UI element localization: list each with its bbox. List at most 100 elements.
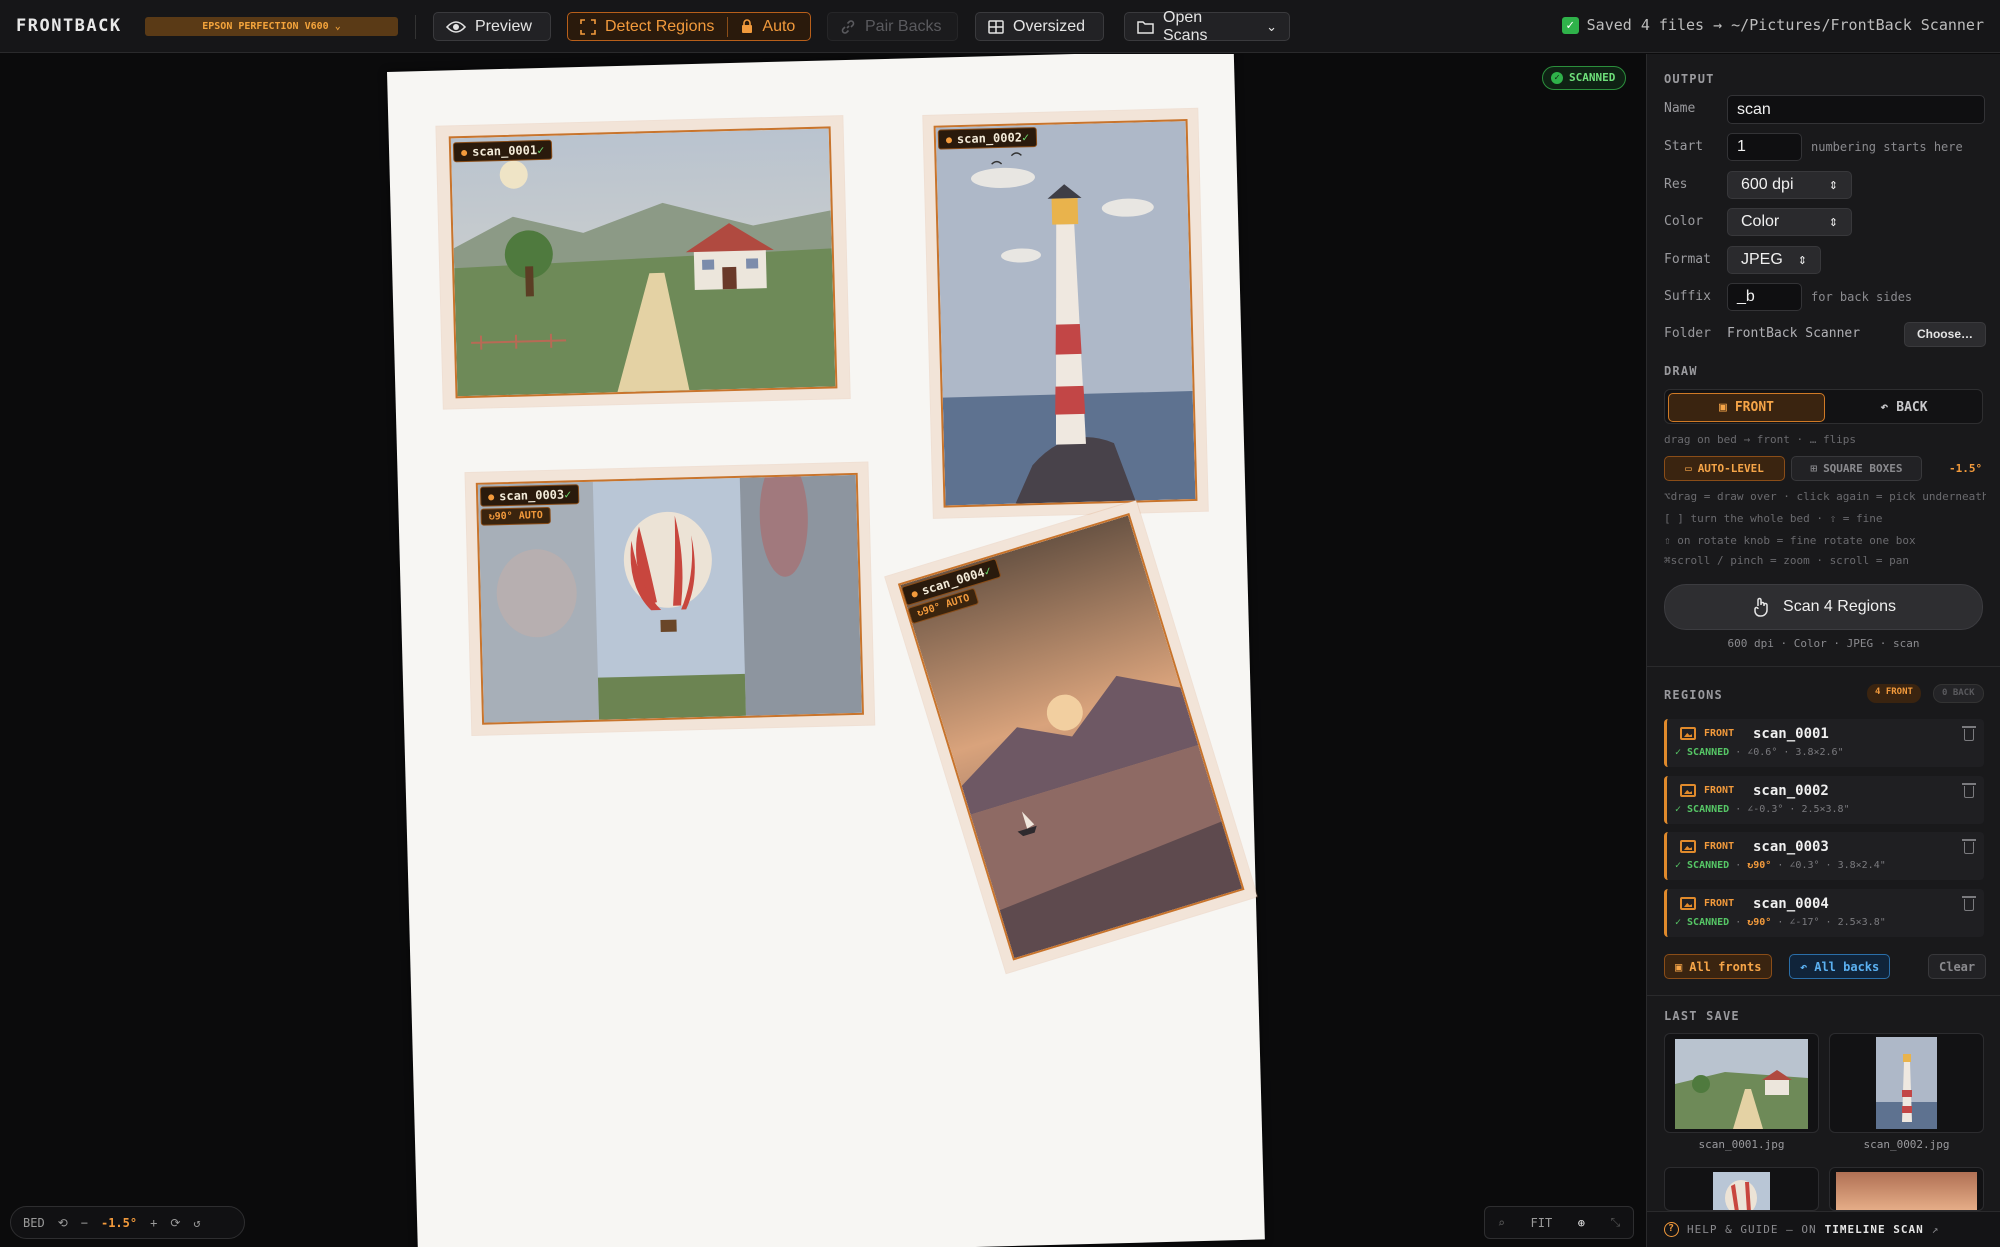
rotate-left-icon[interactable]: ⟲ (58, 1216, 68, 1230)
section-divider (1647, 995, 2000, 996)
zoom-in-icon[interactable]: ⊕ (1578, 1216, 1585, 1230)
res-select[interactable]: 600 dpi ⇕ (1727, 171, 1852, 199)
zoom-out-icon[interactable]: ⌕ (1498, 1216, 1505, 1230)
scan-regions-button[interactable]: Scan 4 Regions (1664, 584, 1983, 630)
bed-angle: -1.5° (100, 1215, 138, 1230)
region-name: scan_0004 (1753, 896, 1829, 912)
region-scan-0002[interactable]: scan_0002✓ (923, 108, 1208, 518)
lighthouse-image (935, 121, 1196, 506)
expand-icon[interactable]: ⤡ (1611, 1215, 1621, 1230)
back-toggle[interactable]: ↶ BACK (1827, 393, 1981, 422)
thumbnail-scan-0001[interactable] (1664, 1033, 1819, 1133)
zoom-fit-button[interactable]: FIT (1531, 1216, 1553, 1230)
all-fronts-button[interactable]: ▣ All fronts (1664, 954, 1773, 979)
suffix-input[interactable]: _b (1727, 283, 1802, 311)
region-meta: ✓ SCANNED · ∠-0.3° · 2.5×3.8" (1675, 804, 1850, 815)
region-row[interactable]: FRONT scan_0004 ✓ SCANNED · ↻90° · ∠-17° ·… (1664, 889, 1984, 937)
draw-side-toggle: ▣ FRONT ↶ BACK (1664, 389, 1983, 424)
region-side: FRONT (1704, 785, 1735, 796)
region-row[interactable]: FRONT scan_0003 ✓ SCANNED · ↻90° · ∠0.3° ·… (1664, 832, 1984, 880)
clear-regions-button[interactable]: Clear (1928, 954, 1987, 979)
reset-rotation-icon[interactable]: ↺ (193, 1216, 200, 1230)
device-name: EPSON PERFECTION V600 (202, 21, 329, 32)
thumbnail-caption: scan_0001.jpg (1698, 1138, 1785, 1151)
region-size: 2.5×3.8" (1837, 917, 1886, 928)
front-toggle[interactable]: ▣ FRONT (1668, 393, 1825, 422)
trash-icon[interactable] (1962, 896, 1976, 911)
detect-regions-button[interactable]: Detect Regions Auto (567, 12, 811, 41)
region-scan-0001[interactable]: scan_0001✓ (436, 116, 850, 409)
region-meta: ✓ SCANNED · ↻90° · ∠0.3° · 3.8×2.4" (1675, 860, 1886, 871)
color-select[interactable]: Color ⇕ (1727, 208, 1852, 236)
zoom-controls: ⌕ FIT ⊕ ⤡ (1484, 1206, 1634, 1239)
region-meta: ✓ SCANNED · ∠0.6° · 3.8×2.6" (1675, 747, 1844, 758)
thumbnail-scan-0003[interactable] (1664, 1167, 1819, 1211)
trash-icon[interactable] (1962, 783, 1976, 798)
thumbnail-scan-0004[interactable] (1829, 1167, 1984, 1211)
open-label: Open Scans (1163, 8, 1208, 44)
minus-button[interactable]: − (81, 1216, 88, 1230)
region-scan-0003[interactable]: scan_0003✓ ↻90° AUTO (465, 462, 875, 735)
flip-back-icon: ↶ (1800, 959, 1808, 974)
region-side: FRONT (1704, 728, 1735, 739)
back-count-badge: 0 BACK (1933, 684, 1984, 703)
draw-hint: drag on bed → front · … flips (1664, 433, 1857, 446)
start-label: Start (1664, 139, 1704, 154)
thumbnail-scan-0002[interactable] (1829, 1033, 1984, 1133)
lock-icon (742, 19, 753, 33)
region-scan-0004[interactable]: scan_0004✓ ↻90° AUTO (885, 500, 1257, 974)
trash-icon[interactable] (1962, 839, 1976, 854)
image-icon (1680, 727, 1696, 740)
bed-label: BED (23, 1215, 45, 1230)
region-side: FRONT (1704, 841, 1735, 852)
external-link-icon: ↗ (1931, 1223, 1940, 1236)
region-status: ✓ SCANNED (1675, 747, 1730, 758)
rotate-right-icon[interactable]: ⟳ (170, 1216, 180, 1230)
auto-rotate-tag: ↻90° AUTO (480, 506, 552, 526)
format-select[interactable]: JPEG ⇕ (1727, 246, 1821, 274)
updown-icon: ⇕ (1797, 254, 1807, 267)
region-angle: ∠-17° (1789, 917, 1820, 928)
folder-label: Folder (1664, 326, 1711, 341)
last-save-section-title: LAST SAVE (1664, 1009, 1740, 1023)
scanner-bed[interactable]: scan_0001✓ scan_0002✓ scan_0003✓ ↻90° AU… (387, 54, 1265, 1247)
scan-status-badge: SCANNED (1542, 66, 1627, 90)
split-divider (727, 16, 729, 37)
open-scans-button[interactable]: Open Scans ⌄ (1124, 9, 1290, 44)
help-text: HELP & GUIDE — ON (1687, 1223, 1817, 1236)
draw-angle: -1.5° (1949, 462, 1983, 475)
pair-backs-button[interactable]: Pair Backs (827, 12, 958, 41)
thumb-sunset (1836, 1172, 1977, 1210)
region-row[interactable]: FRONT scan_0002 ✓ SCANNED · ∠-0.3° · 2.5×3… (1664, 776, 1984, 824)
auto-label: Auto (762, 17, 796, 35)
region-angle: ∠0.3° (1789, 860, 1820, 871)
scanner-canvas[interactable]: scan_0001✓ scan_0002✓ scan_0003✓ ↻90° AU… (0, 54, 1645, 1247)
preview-button[interactable]: Preview (433, 12, 551, 41)
image-icon (1680, 840, 1696, 853)
start-input[interactable]: 1 (1727, 133, 1802, 161)
choose-folder-button[interactable]: Choose… (1904, 322, 1986, 347)
thumbnail-caption: scan_0002.jpg (1863, 1138, 1950, 1151)
shortcut-hint: ⇧ on rotate knob = fine rotate one box (1664, 534, 1916, 547)
trash-icon[interactable] (1962, 726, 1976, 741)
all-backs-button[interactable]: ↶ All backs (1789, 954, 1891, 979)
output-section-title: OUTPUT (1664, 72, 1715, 86)
device-selector[interactable]: EPSON PERFECTION V600 ⌄ (145, 17, 398, 36)
thumb-landscape (1675, 1039, 1808, 1129)
top-toolbar: FRONTBACK EPSON PERFECTION V600 ⌄ Previe… (0, 0, 2000, 53)
square-boxes-button[interactable]: ⊞ SQUARE BOXES (1791, 456, 1922, 481)
scan-hand-icon (1754, 597, 1768, 617)
chevron-down-icon[interactable]: ⌄ (1266, 19, 1277, 35)
help-guide-bar[interactable]: ? HELP & GUIDE — ON TIMELINE SCAN ↗ (1647, 1211, 2000, 1247)
chevron-down-icon: ⌄ (334, 21, 341, 32)
region-meta: ✓ SCANNED · ↻90° · ∠-17° · 2.5×3.8" (1675, 917, 1886, 928)
oversized-button[interactable]: Oversized (975, 12, 1104, 41)
image-icon: ▣ (1675, 959, 1683, 974)
bed-rotation-controls: BED ⟲ − -1.5° + ⟳ ↺ (10, 1206, 245, 1239)
name-input[interactable]: scan (1727, 95, 1985, 124)
region-row[interactable]: FRONT scan_0001 ✓ SCANNED · ∠0.6° · 3.8×2.… (1664, 719, 1984, 767)
plus-button[interactable]: + (150, 1216, 157, 1230)
detect-label: Detect Regions (605, 17, 715, 35)
auto-level-button[interactable]: ▭ AUTO-LEVEL (1664, 456, 1785, 481)
region-tag: scan_0001✓ (452, 139, 553, 163)
